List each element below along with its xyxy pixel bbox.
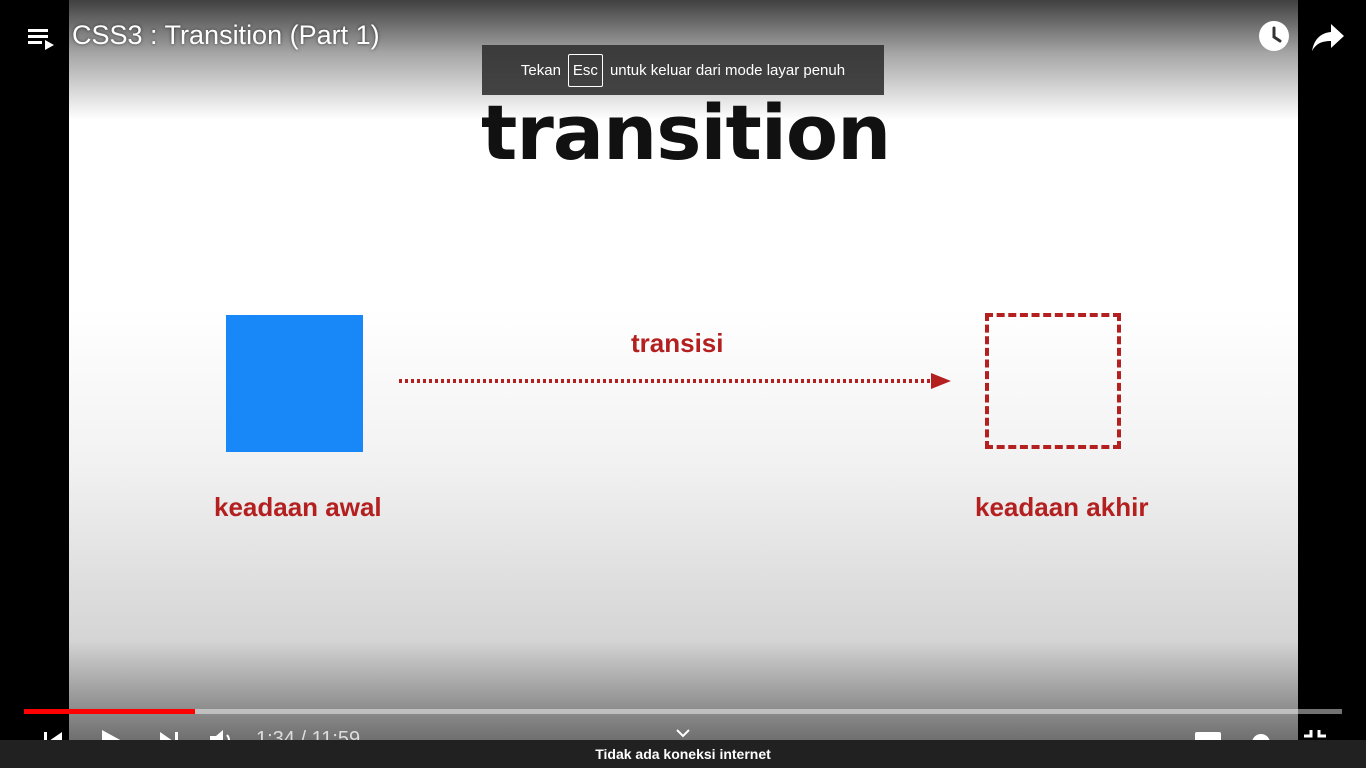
slide-heading: transition [481,88,891,177]
fullscreen-exit-toast: Tekan Esc untuk keluar dari mode layar p… [482,45,884,95]
progress-bar[interactable] [24,709,1342,714]
esc-key-badge: Esc [567,53,603,87]
share-icon[interactable] [1310,20,1346,54]
progress-played [24,709,196,714]
arrow-label: transisi [631,328,724,358]
toast-suffix: untuk keluar dari mode layar penuh [609,61,846,79]
end-state-box [985,313,1121,449]
transition-arrow [399,373,951,389]
start-state-box [226,315,363,452]
start-state-label: keadaan awal [214,492,382,522]
playlist-icon[interactable] [26,24,56,54]
toast-prefix: Tekan [520,61,561,79]
video-frame[interactable]: transition transisi keadaan awal keadaan… [69,0,1298,768]
offline-notification: Tidak ada koneksi internet [0,740,1366,768]
video-title[interactable]: CSS3 : Transition (Part 1) [72,20,380,51]
chevron-down-icon[interactable] [674,726,692,740]
end-state-label: keadaan akhir [975,492,1149,522]
watch-later-icon[interactable] [1256,18,1292,54]
